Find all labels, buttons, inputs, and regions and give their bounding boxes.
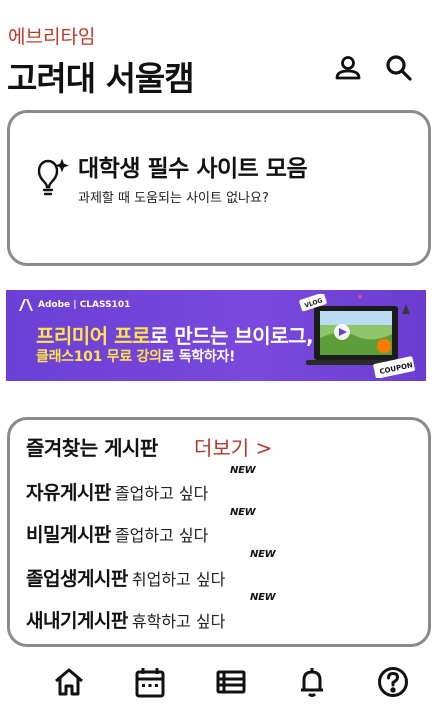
- list-icon[interactable]: [213, 664, 249, 700]
- promo-subtitle: 과제할 때 도움되는 사이트 없나요?: [78, 191, 269, 206]
- adobe-logo-icon: [19, 299, 33, 311]
- board-row-secret[interactable]: 비밀게시판 졸업하고 싶다: [26, 520, 208, 550]
- boards-title: 즐겨찾는 게시판: [26, 436, 158, 460]
- favorite-boards-card: 즐겨찾는 게시판 더보기 > 자유게시판 졸업하고 싶다 NEW 비밀게시판 졸업하…: [7, 417, 431, 647]
- lightbulb-sparkle-icon: [32, 156, 70, 196]
- ad-brand: Adobe | CLASS101: [38, 300, 131, 310]
- promo-card[interactable]: 대학생 필수 사이트 모음 과제할 때 도움되는 사이트 없나요?: [7, 110, 431, 266]
- boards-more-link[interactable]: 더보기 >: [194, 432, 272, 461]
- board-name: 비밀게시판: [26, 524, 111, 546]
- board-preview: 졸업하고 싶다: [114, 484, 209, 503]
- board-preview: 휴학하고 싶다: [131, 612, 226, 631]
- new-badge: NEW: [250, 549, 276, 560]
- bell-icon[interactable]: [294, 664, 330, 700]
- app-brand: 에브리타임: [8, 26, 96, 48]
- help-icon[interactable]: [375, 664, 411, 700]
- laptop-illustration-icon: VLOG COUPON: [299, 294, 415, 378]
- calendar-icon[interactable]: [132, 664, 168, 700]
- new-badge: NEW: [250, 592, 276, 603]
- board-row-freshman[interactable]: 새내기게시판 휴학하고 싶다: [26, 606, 225, 636]
- new-badge: NEW: [230, 507, 256, 518]
- promo-title: 대학생 필수 사이트 모음: [78, 156, 308, 182]
- board-name: 새내기게시판: [26, 610, 128, 632]
- board-name: 자유게시판: [26, 482, 111, 504]
- bottom-nav: [0, 660, 442, 712]
- profile-icon[interactable]: [332, 52, 364, 84]
- search-icon[interactable]: [383, 52, 415, 84]
- school-title[interactable]: 고려대 서울캠: [7, 52, 195, 100]
- ad-headline: 프리미어 프로로 만드는 브이로그,: [36, 324, 314, 348]
- ad-subheadline: 클래스101 무료 강의로 독학하자!: [36, 349, 236, 365]
- board-row-graduate[interactable]: 졸업생게시판 취업하고 싶다: [26, 564, 225, 594]
- board-row-free[interactable]: 자유게시판 졸업하고 싶다: [26, 478, 208, 508]
- board-name: 졸업생게시판: [26, 568, 128, 590]
- board-preview: 졸업하고 싶다: [114, 526, 209, 545]
- board-preview: 취업하고 싶다: [131, 570, 226, 589]
- home-icon[interactable]: [51, 664, 87, 700]
- new-badge: NEW: [230, 465, 256, 476]
- ad-banner[interactable]: Adobe | CLASS101 프리미어 프로로 만드는 브이로그, 클래스1…: [6, 290, 426, 381]
